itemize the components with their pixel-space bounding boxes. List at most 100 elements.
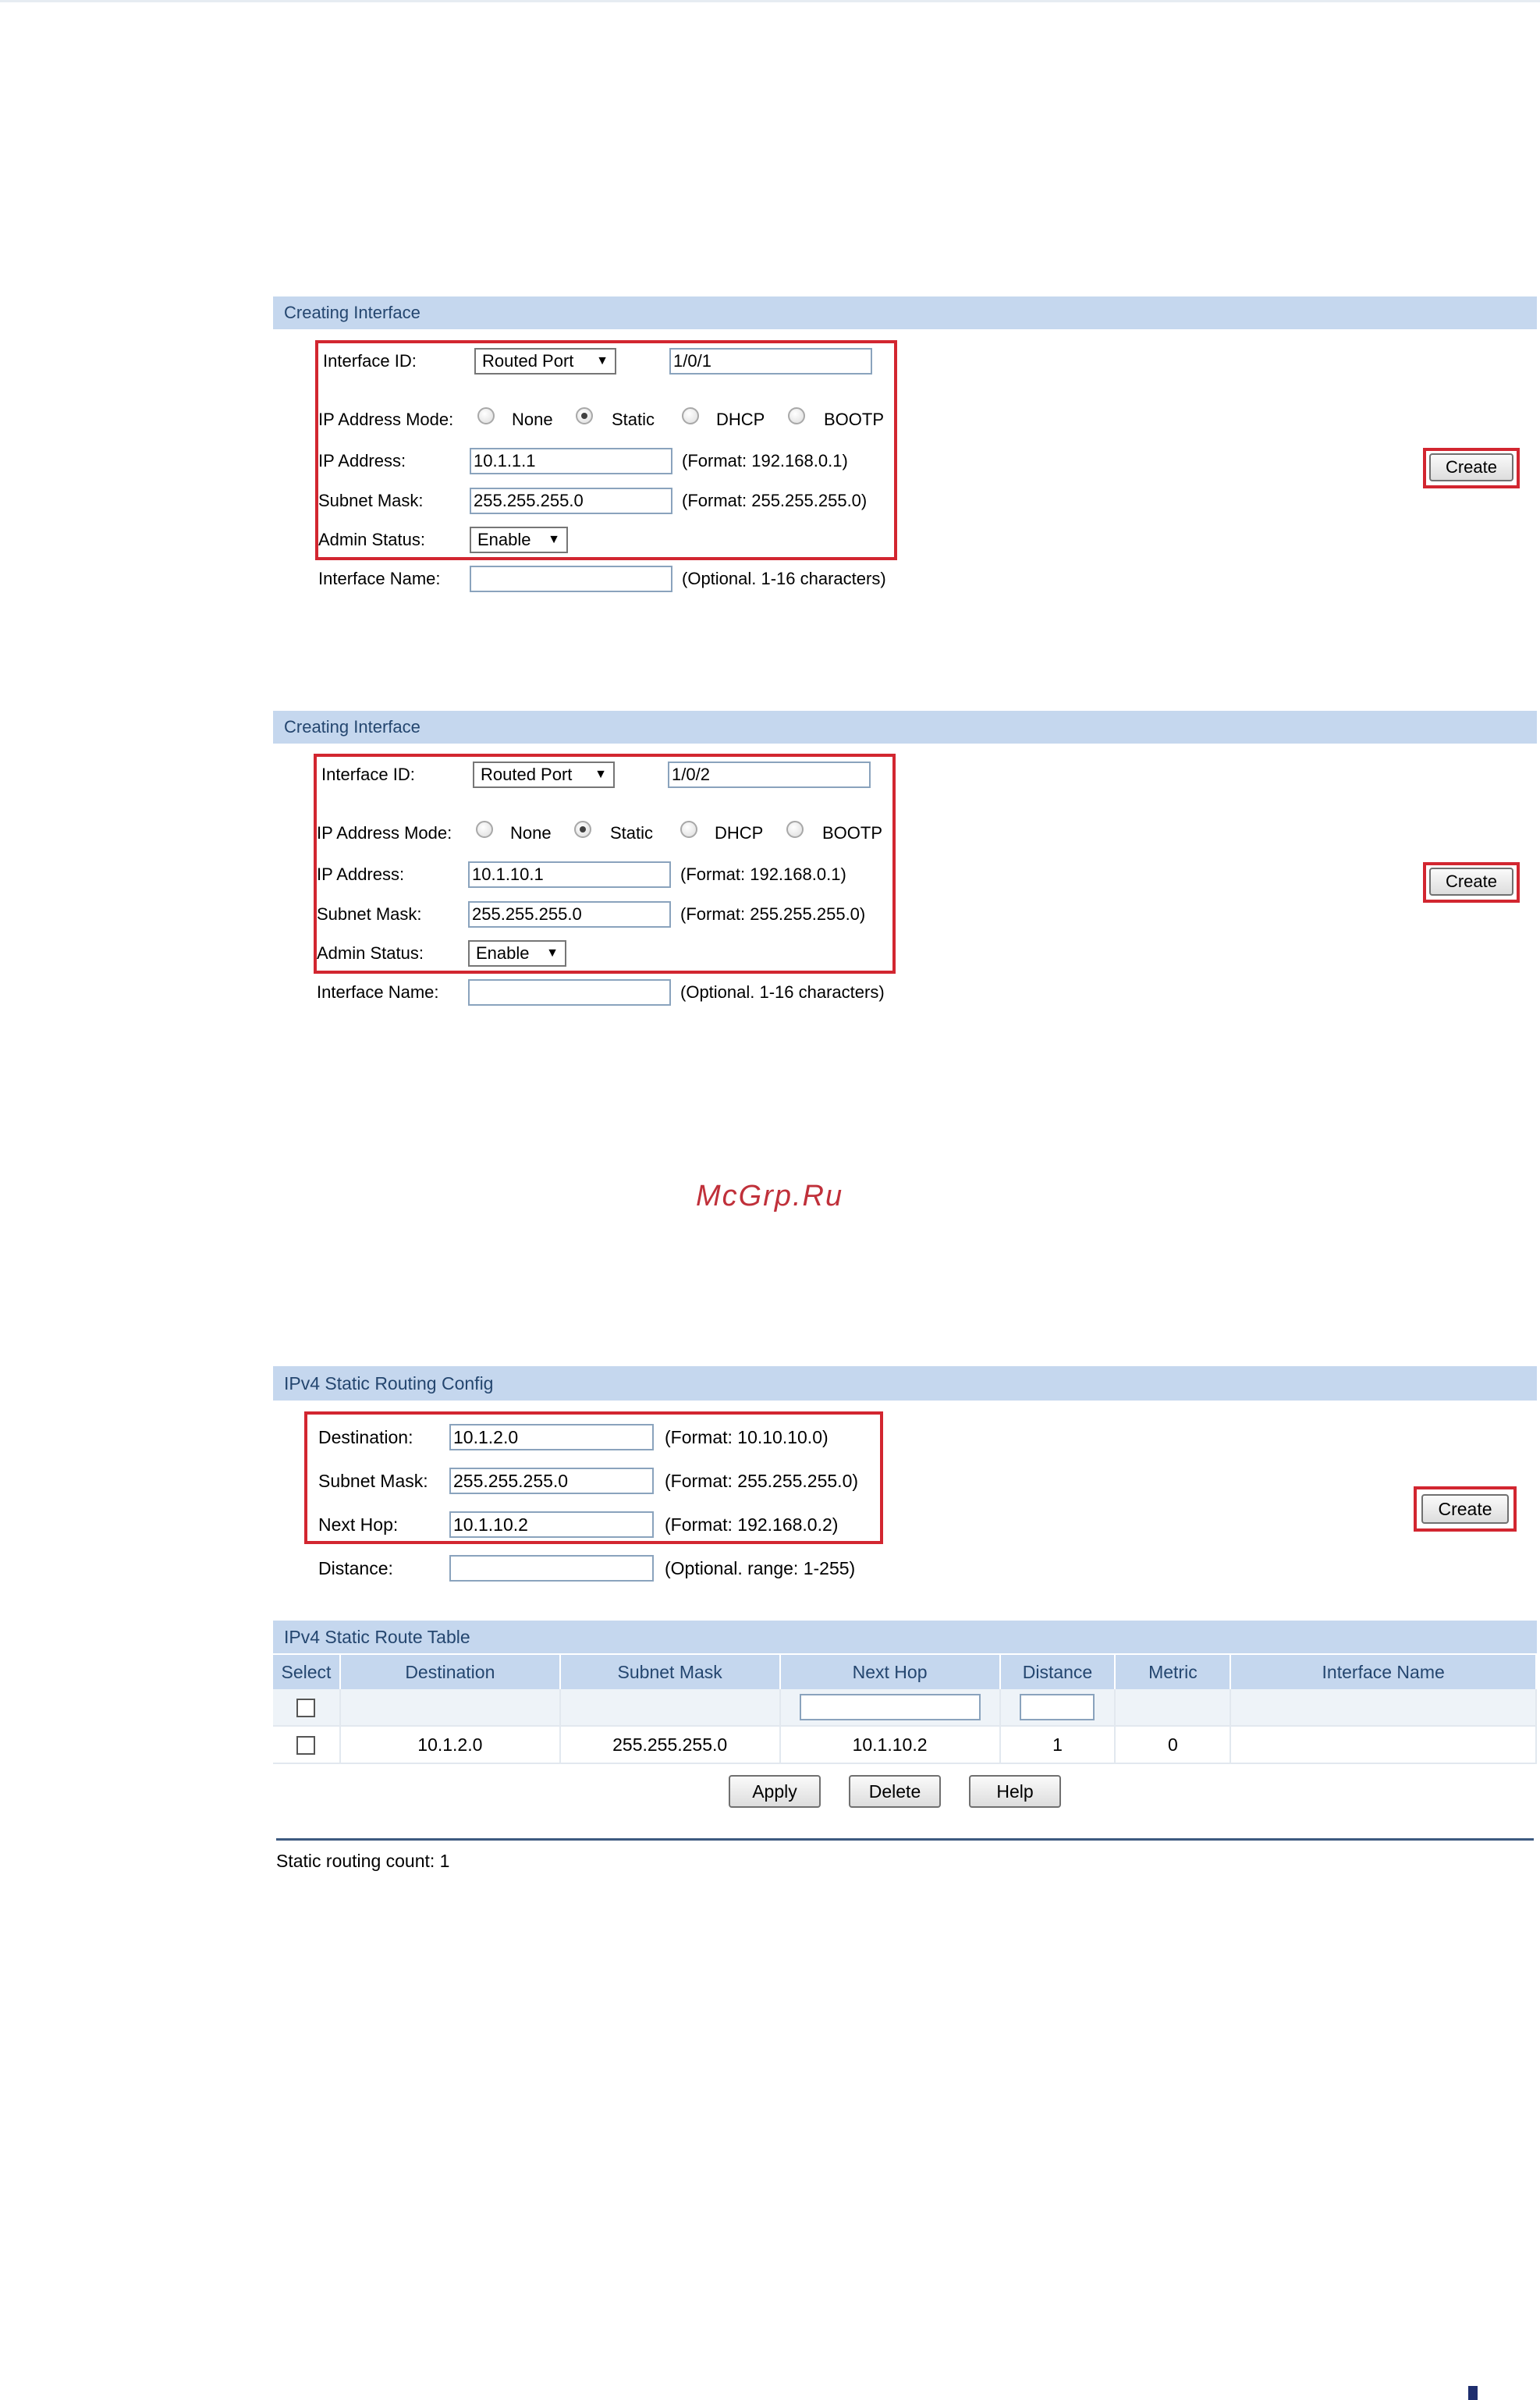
interface-name-input[interactable] (468, 979, 671, 1006)
ip-mode-label: IP Address Mode: (318, 410, 454, 429)
admin-status-label: Admin Status: (317, 943, 424, 963)
interface-name-hint: (Optional. 1-16 characters) (682, 569, 886, 588)
delete-button[interactable]: Delete (849, 1775, 941, 1808)
next-hop-cell: 10.1.10.2 (779, 1726, 1001, 1764)
column-header-select: Select (273, 1655, 341, 1689)
top-rule (0, 0, 1540, 2)
dropdown-arrow-icon: ▼ (548, 533, 560, 546)
subnet-mask-hint: (Format: 255.255.255.0) (680, 904, 866, 924)
distance-hint: (Optional. range: 1-255) (665, 1558, 856, 1578)
interface-name-label: Interface Name: (317, 982, 439, 1002)
route-table: Select Destination Subnet Mask Next Hop … (273, 1655, 1537, 1764)
radio-dhcp-label: DHCP (716, 410, 765, 429)
panel-title: Creating Interface (273, 296, 1537, 329)
panel-title: IPv4 Static Routing Config (273, 1366, 1537, 1401)
ip-address-input[interactable]: 10.1.10.1 (468, 861, 671, 888)
table-header-row: Select Destination Subnet Mask Next Hop … (273, 1655, 1537, 1689)
next-hop-filter-input[interactable] (799, 1694, 981, 1720)
admin-status-value: Enable (476, 943, 530, 963)
column-header-subnet-mask: Subnet Mask (559, 1655, 781, 1689)
radio-none-label: None (510, 823, 552, 843)
column-header-distance: Distance (999, 1655, 1116, 1689)
column-header-metric: Metric (1115, 1655, 1232, 1689)
filter-cell (559, 1689, 781, 1727)
table-row: 10.1.2.0 255.255.255.0 10.1.10.2 1 0 (273, 1726, 1537, 1764)
static-routing-count: Static routing count: 1 (276, 1851, 450, 1871)
radio-static-label: Static (610, 823, 654, 843)
interface-name-cell (1230, 1726, 1537, 1764)
radio-dhcp[interactable] (680, 821, 697, 838)
interface-type-value: Routed Port (481, 765, 573, 784)
radio-dhcp[interactable] (682, 407, 699, 424)
distance-filter-input[interactable] (1020, 1694, 1095, 1720)
ip-mode-label: IP Address Mode: (317, 823, 452, 843)
radio-static[interactable] (576, 407, 593, 424)
interface-type-value: Routed Port (482, 351, 574, 371)
create-button[interactable]: Create (1421, 1494, 1509, 1524)
next-hop-label: Next Hop: (318, 1514, 399, 1535)
filter-cell (1230, 1689, 1537, 1727)
subnet-mask-input[interactable]: 255.255.255.0 (468, 901, 671, 928)
next-hop-input[interactable]: 10.1.10.2 (449, 1511, 654, 1538)
ip-address-hint: (Format: 192.168.0.1) (682, 451, 848, 470)
destination-cell: 10.1.2.0 (339, 1726, 561, 1764)
select-all-checkbox[interactable] (296, 1699, 316, 1718)
admin-status-select[interactable]: Enable ▼ (468, 940, 566, 967)
filter-cell (1115, 1689, 1232, 1727)
radio-bootp[interactable] (786, 821, 804, 838)
destination-label: Destination: (318, 1427, 413, 1447)
distance-input[interactable] (449, 1555, 654, 1582)
ip-address-label: IP Address: (318, 451, 406, 470)
subnet-mask-input[interactable]: 255.255.255.0 (449, 1468, 654, 1494)
admin-status-value: Enable (477, 530, 531, 549)
radio-bootp-label: BOOTP (824, 410, 885, 429)
interface-name-label: Interface Name: (318, 569, 441, 588)
distance-cell: 1 (999, 1726, 1116, 1764)
next-hop-hint: (Format: 192.168.0.2) (665, 1514, 839, 1535)
radio-bootp-label: BOOTP (822, 823, 883, 843)
filter-row (273, 1689, 1537, 1727)
interface-type-select[interactable]: Routed Port ▼ (473, 762, 615, 788)
subnet-mask-label: Subnet Mask: (317, 904, 422, 924)
radio-bootp[interactable] (788, 407, 805, 424)
destination-input[interactable]: 10.1.2.0 (449, 1424, 654, 1450)
dropdown-arrow-icon: ▼ (546, 946, 559, 960)
metric-cell: 0 (1115, 1726, 1232, 1764)
interface-type-select[interactable]: Routed Port ▼ (474, 348, 616, 375)
ip-address-input[interactable]: 10.1.1.1 (470, 448, 672, 474)
interface-id-input[interactable]: 1/0/2 (668, 762, 871, 788)
row-checkbox[interactable] (296, 1736, 316, 1756)
radio-dhcp-label: DHCP (715, 823, 764, 843)
distance-label: Distance: (318, 1558, 393, 1578)
create-button[interactable]: Create (1429, 453, 1513, 481)
radio-static[interactable] (574, 821, 591, 838)
interface-name-hint: (Optional. 1-16 characters) (680, 982, 885, 1002)
row-select-cell (273, 1726, 341, 1764)
panel-title: Creating Interface (273, 711, 1537, 744)
admin-status-select[interactable]: Enable ▼ (470, 527, 568, 553)
destination-hint: (Format: 10.10.10.0) (665, 1427, 829, 1447)
filter-cell (999, 1689, 1116, 1727)
ip-address-label: IP Address: (317, 864, 405, 884)
apply-button[interactable]: Apply (729, 1775, 821, 1808)
column-header-next-hop: Next Hop (779, 1655, 1001, 1689)
radio-static-label: Static (612, 410, 655, 429)
ip-address-hint: (Format: 192.168.0.1) (680, 864, 846, 884)
subnet-mask-hint: (Format: 255.255.255.0) (665, 1471, 859, 1491)
admin-status-label: Admin Status: (318, 530, 425, 549)
interface-id-input[interactable]: 1/0/1 (669, 348, 872, 375)
corner-mark (1468, 2386, 1478, 2400)
subnet-mask-input[interactable]: 255.255.255.0 (470, 488, 672, 514)
creating-interface-panel-2: Creating Interface Interface ID: Routed … (273, 711, 1537, 1015)
filter-cell (339, 1689, 561, 1727)
subnet-mask-label: Subnet Mask: (318, 491, 424, 510)
divider (276, 1838, 1534, 1841)
radio-none[interactable] (477, 407, 495, 424)
help-button[interactable]: Help (969, 1775, 1061, 1808)
subnet-mask-label: Subnet Mask: (318, 1471, 428, 1491)
select-all-cell (273, 1689, 341, 1727)
create-button[interactable]: Create (1429, 868, 1513, 896)
interface-name-input[interactable] (470, 566, 672, 592)
radio-none[interactable] (476, 821, 493, 838)
column-header-destination: Destination (339, 1655, 561, 1689)
